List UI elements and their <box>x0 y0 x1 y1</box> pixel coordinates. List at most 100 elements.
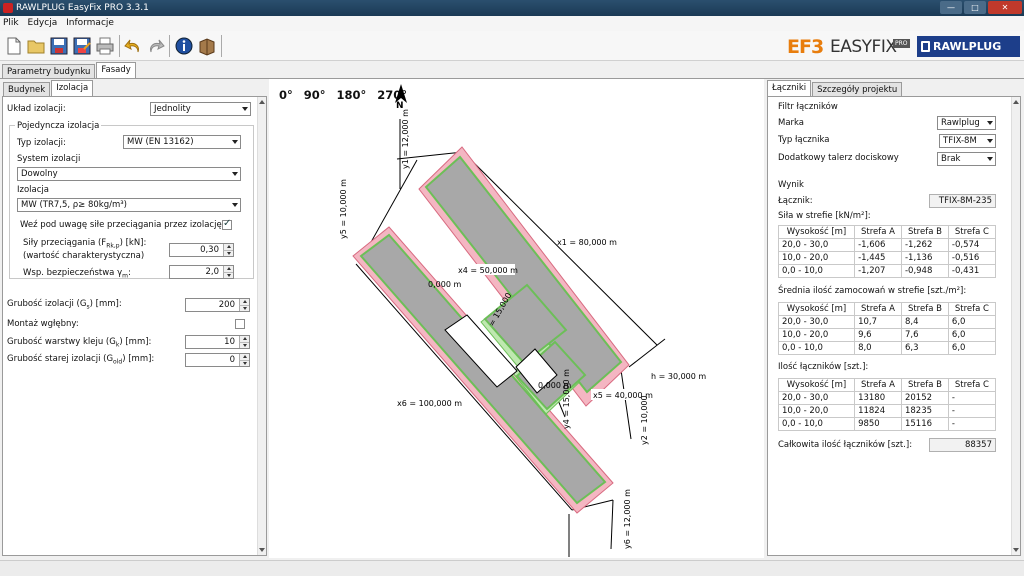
grubosc-stepper[interactable]: 200 <box>185 298 250 312</box>
menu-bar: Plik Edycja Informacje <box>0 16 1024 31</box>
izolacja-label: Izolacja <box>17 185 49 195</box>
tab-izolacja[interactable]: Izolacja <box>51 80 94 96</box>
srednia-title: Średnia ilość zamocowań w strefie [szt./… <box>778 286 967 296</box>
dim-y5: y5 = 10,000 m <box>339 179 348 239</box>
dim-x6: x6 = 100,000 m <box>397 399 462 408</box>
klej-label: Grubość warstwy kleju (Gk) [mm]: <box>7 337 152 349</box>
uklad-label: Układ izolacji: <box>7 104 66 114</box>
stara-label: Grubość starej izolacji (Gold) [mm]: <box>7 354 155 366</box>
table-row: 10,0 - 20,0 -1,445 -1,136 -0,516 <box>777 251 997 265</box>
sub-tabs: Budynek Izolacja <box>3 80 94 96</box>
north-arrow-icon: N <box>395 84 407 111</box>
help-book-icon[interactable] <box>197 36 217 56</box>
minimize-button[interactable]: — <box>940 1 962 14</box>
print-icon[interactable] <box>95 36 115 56</box>
typ-lacznika-label: Typ łącznika <box>778 135 830 145</box>
menu-informacje[interactable]: Informacje <box>63 16 117 30</box>
dim-x4: x4 = 50,000 m <box>458 266 518 275</box>
sila-title: Siła w strefie [kN/m²]: <box>778 211 871 221</box>
tab-fasady[interactable]: Fasady <box>96 62 136 78</box>
montaz-label: Montaż wgłębny: <box>7 319 79 329</box>
dim-y6: y6 = 12,000 m <box>623 489 632 549</box>
tab-laczniki[interactable]: Łączniki <box>767 80 812 96</box>
menu-plik[interactable]: Plik <box>0 16 22 30</box>
table-row: 10,0 - 20,0 9,6 7,6 6,0 <box>777 328 997 342</box>
pojedyncza-title: Pojedyncza izolacja <box>15 121 102 131</box>
uklad-select[interactable]: Jednolity <box>150 102 251 116</box>
klej-stepper[interactable]: 10 <box>185 335 250 349</box>
filter-title: Filtr łączników <box>778 102 838 112</box>
ilosc-table: Wysokość [m] Strefa A Strefa B Strefa C 20,… <box>777 378 997 431</box>
status-bar <box>0 560 1024 576</box>
right-tabs: Łączniki Szczegóły projektu <box>767 80 903 96</box>
left-panel: Układ izolacji: Jednolity Pojedyncza izo… <box>2 96 267 556</box>
chevron-down-icon <box>987 157 993 161</box>
system-label: System izolacji <box>17 154 81 164</box>
przeciaganie-checkbox[interactable] <box>222 218 232 230</box>
right-panel: Filtr łączników Marka Rawlplug Typ łączn… <box>767 96 1021 556</box>
lacznik-value: TFIX-8M-235 <box>929 194 996 208</box>
typ-lacznika-select[interactable]: TFIX-8M <box>939 134 996 148</box>
tab-szczegoly-projektu[interactable]: Szczegóły projektu <box>812 82 903 96</box>
right-scrollbar[interactable] <box>1011 97 1020 555</box>
ef3-logo: EF3 <box>787 36 824 58</box>
toolbar-separator <box>169 35 170 57</box>
sila-table: Wysokość [m] Strefa A Strefa B Strefa C 20,… <box>777 225 997 278</box>
maximize-button[interactable]: □ <box>964 1 986 14</box>
save-icon[interactable] <box>49 36 69 56</box>
app-icon <box>3 3 13 13</box>
table-row: 20,0 - 30,0 13180 20152- <box>777 391 997 405</box>
chevron-down-icon <box>232 172 238 176</box>
chevron-down-icon <box>232 203 238 207</box>
menu-edycja[interactable]: Edycja <box>25 16 61 30</box>
marka-label: Marka <box>778 118 805 128</box>
main-tabs: Parametry budynku Fasady <box>2 62 137 78</box>
marka-select[interactable]: Rawlplug <box>937 116 996 130</box>
dim-y3b: 0,000 m <box>428 280 461 289</box>
talerz-label: Dodatkowy talerz dociskowy <box>778 153 899 163</box>
left-scrollbar[interactable] <box>257 97 266 555</box>
sily-stepper[interactable]: 0,30 <box>169 243 234 257</box>
window-title: RAWLPLUG EasyFix PRO 3.3.1 <box>16 3 149 13</box>
typ-label: Typ izolacji: <box>17 138 66 148</box>
chevron-down-icon <box>987 121 993 125</box>
save-as-icon[interactable] <box>72 36 92 56</box>
undo-icon[interactable] <box>123 36 143 56</box>
title-bar: RAWLPLUG EasyFix PRO 3.3.1 — □ ✕ <box>0 0 1024 16</box>
rawlplug-logo: RAWLPLUG <box>917 36 1020 57</box>
building-outline <box>352 146 630 514</box>
table-row: 0,0 - 10,0 8,0 6,3 6,0 <box>777 341 997 355</box>
talerz-select[interactable]: Brak <box>937 152 996 166</box>
montaz-checkbox[interactable] <box>235 319 245 329</box>
calkowita-value: 88357 <box>929 438 996 452</box>
redo-icon[interactable] <box>146 36 166 56</box>
lacznik-label: Łącznik: <box>778 196 813 206</box>
wynik-title: Wynik <box>778 180 804 190</box>
toolbar-separator <box>119 35 120 57</box>
table-row: 20,0 - 30,0 -1,606 -1,262 -0,574 <box>777 238 997 252</box>
info-icon[interactable] <box>174 36 194 56</box>
table-row: 20,0 - 30,0 10,7 8,4 6,0 <box>777 315 997 329</box>
chevron-down-icon <box>242 107 248 111</box>
tab-budynek[interactable]: Budynek <box>3 82 51 96</box>
stara-stepper[interactable]: 0 <box>185 353 250 367</box>
pro-badge: PRO <box>893 39 910 48</box>
srednia-table: Wysokość [m] Strefa A Strefa B Strefa C 20,… <box>777 302 997 355</box>
chevron-down-icon <box>987 139 993 143</box>
dim-y1: y1 = 12,000 m <box>401 109 410 169</box>
new-file-icon[interactable] <box>4 36 24 56</box>
typ-select[interactable]: MW (EN 13162) <box>123 135 241 149</box>
wsp-stepper[interactable]: 2,0 <box>169 265 234 279</box>
open-folder-icon[interactable] <box>26 36 46 56</box>
izolacja-select[interactable]: MW (TR7,5, ρ≥ 80kg/m³) <box>17 198 241 212</box>
building-drawing-canvas[interactable]: 0° 90° 180° 270° N y1 = 12,000 m y5 = 10… <box>269 79 764 558</box>
sily-note: (wartość charakterystyczna) <box>23 251 145 261</box>
table-row: 0,0 - 10,0 -1,207 -0,948 -0,431 <box>777 264 997 278</box>
close-button[interactable]: ✕ <box>988 1 1022 14</box>
tab-parametry-budynku[interactable]: Parametry budynku <box>2 64 96 78</box>
dim-x1: x1 = 80,000 m <box>557 238 617 247</box>
table-row: 0,0 - 10,0 9850 15116- <box>777 417 997 431</box>
table-row: 10,0 - 20,0 11824 18235- <box>777 404 997 418</box>
chevron-down-icon <box>232 140 238 144</box>
system-select[interactable]: Dowolny <box>17 167 241 181</box>
